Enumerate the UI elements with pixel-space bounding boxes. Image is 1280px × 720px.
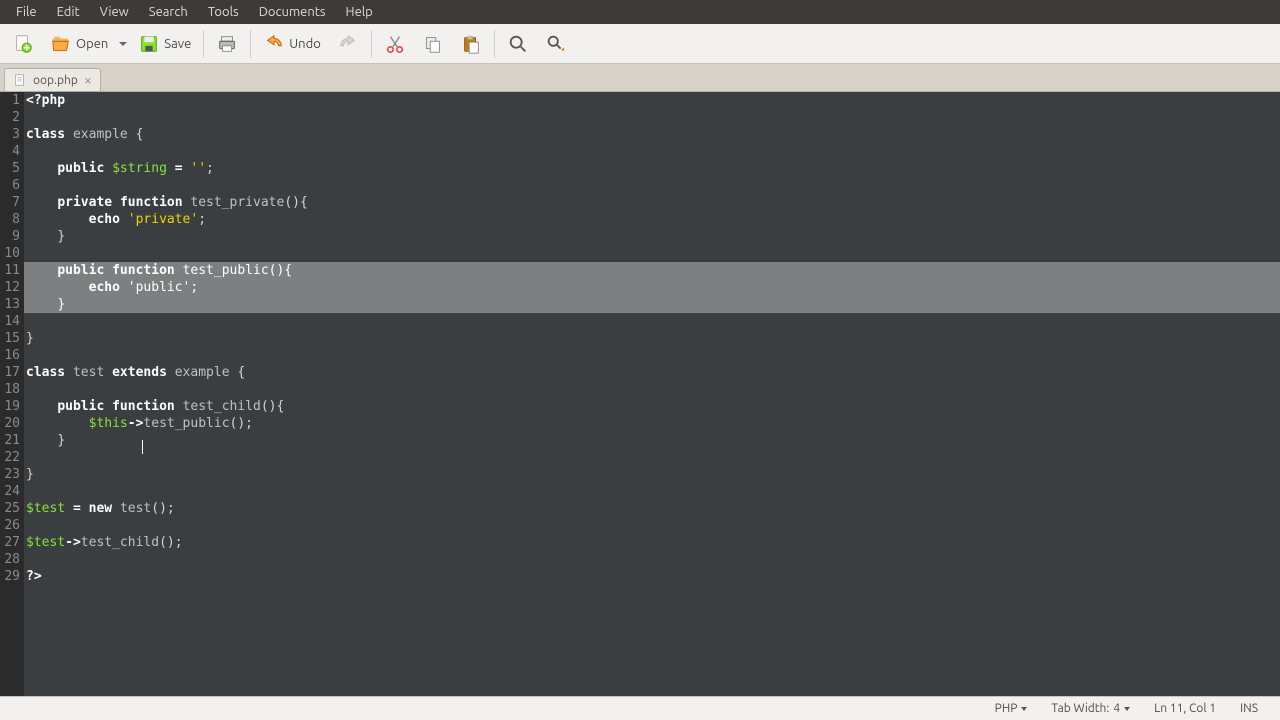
find-replace-button[interactable]: [539, 29, 573, 59]
redo-icon: [337, 33, 359, 55]
tab-bar: oop.php ×: [0, 64, 1280, 92]
find-button[interactable]: [501, 29, 535, 59]
copy-button[interactable]: [416, 29, 450, 59]
find-replace-icon: [545, 33, 567, 55]
cut-button[interactable]: [378, 29, 412, 59]
save-icon: [138, 33, 160, 55]
print-button[interactable]: [210, 29, 244, 59]
menu-file[interactable]: File: [6, 3, 47, 21]
separator: [371, 30, 372, 58]
toolbar: Open Save Undo: [0, 24, 1280, 64]
open-label: Open: [76, 37, 108, 51]
open-icon: [50, 33, 72, 55]
copy-icon: [422, 33, 444, 55]
new-file-button[interactable]: [6, 29, 40, 59]
document-icon: [13, 73, 27, 87]
code-area[interactable]: <?php class example { public $string = '…: [24, 92, 1280, 696]
tab-close-button[interactable]: ×: [84, 72, 92, 88]
new-file-icon: [12, 33, 34, 55]
print-icon: [216, 33, 238, 55]
undo-label: Undo: [289, 37, 321, 51]
paste-icon: [460, 33, 482, 55]
insert-mode-toggle[interactable]: INS: [1228, 702, 1270, 715]
chevron-down-icon: [1124, 707, 1130, 711]
text-cursor: [142, 440, 143, 454]
tab-width-value: 4: [1113, 702, 1120, 715]
tab-width-label: Tab Width:: [1051, 702, 1109, 715]
menu-search[interactable]: Search: [139, 3, 198, 21]
tab-label: oop.php: [33, 74, 78, 87]
menu-documents[interactable]: Documents: [249, 3, 336, 21]
tab-oop-php[interactable]: oop.php ×: [4, 68, 101, 91]
undo-icon: [263, 33, 285, 55]
redo-button[interactable]: [331, 29, 365, 59]
cursor-position: Ln 11, Col 1: [1142, 702, 1228, 715]
separator: [494, 30, 495, 58]
cut-icon: [384, 33, 406, 55]
language-label: PHP: [995, 702, 1018, 715]
menu-help[interactable]: Help: [336, 3, 383, 21]
tab-width-selector[interactable]: Tab Width: 4: [1039, 702, 1142, 715]
open-button[interactable]: Open: [44, 29, 114, 59]
chevron-down-icon: [1021, 707, 1027, 711]
editor[interactable]: 1234567891011121314151617181920212223242…: [0, 92, 1280, 696]
line-gutter: 1234567891011121314151617181920212223242…: [0, 92, 24, 696]
paste-button[interactable]: [454, 29, 488, 59]
menu-edit[interactable]: Edit: [47, 3, 90, 21]
language-selector[interactable]: PHP: [983, 702, 1040, 715]
status-bar: PHP Tab Width: 4 Ln 11, Col 1 INS: [0, 696, 1280, 720]
undo-button[interactable]: Undo: [257, 29, 327, 59]
menu-view[interactable]: View: [90, 3, 139, 21]
save-button[interactable]: Save: [132, 29, 197, 59]
save-label: Save: [164, 37, 191, 51]
separator: [203, 30, 204, 58]
find-icon: [507, 33, 529, 55]
menu-tools[interactable]: Tools: [198, 3, 249, 21]
menu-bar: File Edit View Search Tools Documents He…: [0, 0, 1280, 24]
separator: [250, 30, 251, 58]
open-recent-dropdown[interactable]: [118, 40, 128, 48]
